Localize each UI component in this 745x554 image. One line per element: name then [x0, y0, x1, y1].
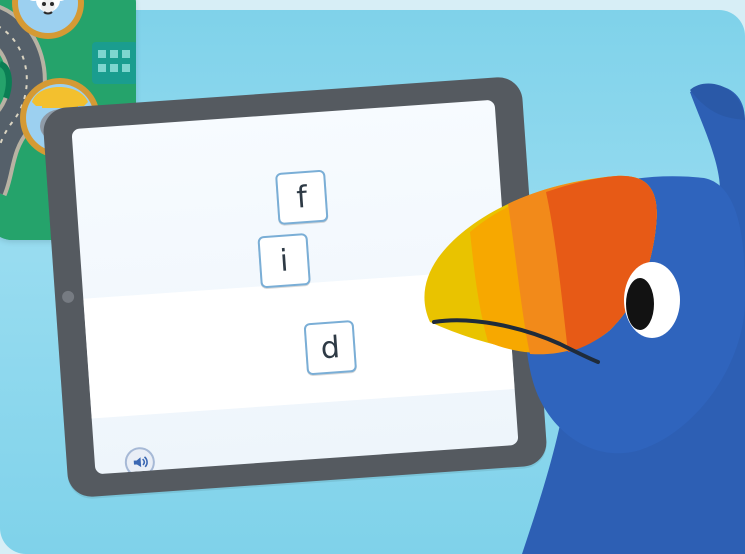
toucan-icon — [424, 83, 745, 554]
app-stage: f i d — [0, 0, 745, 554]
